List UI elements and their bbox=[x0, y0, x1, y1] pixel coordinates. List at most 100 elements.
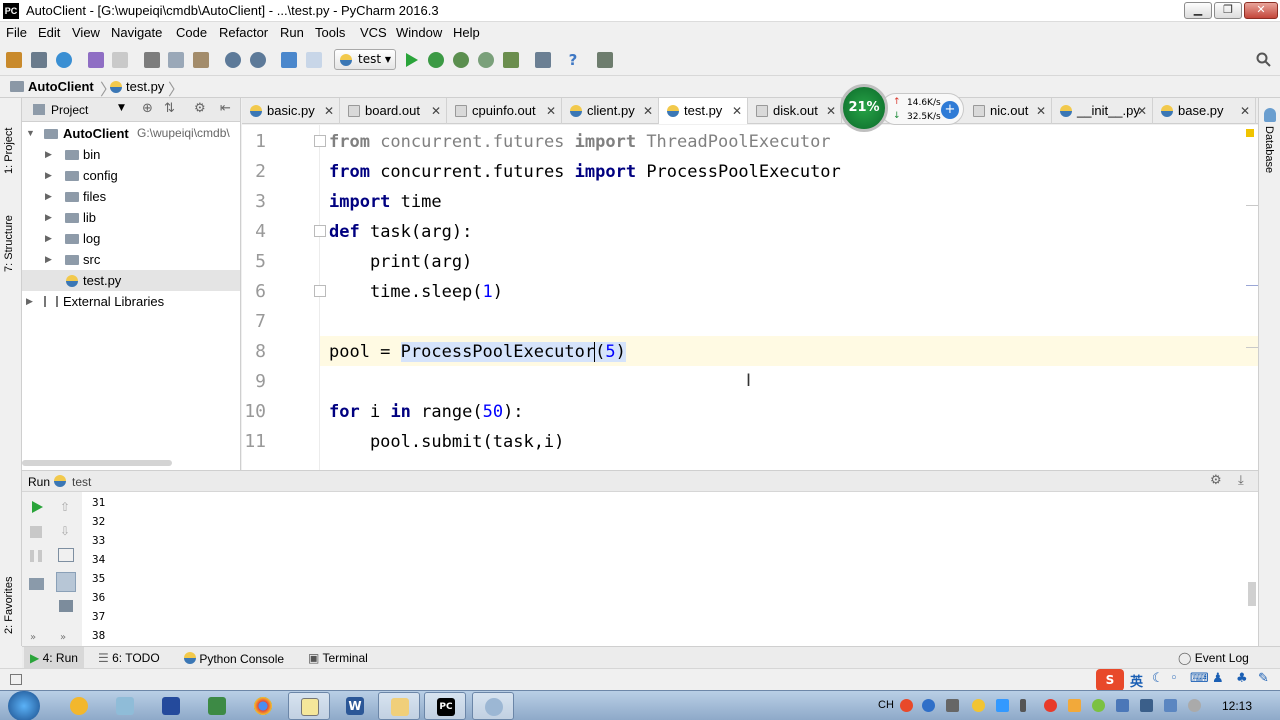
close-icon[interactable]: ✕ bbox=[1137, 98, 1147, 124]
speed-boost-icon[interactable]: + bbox=[941, 101, 959, 119]
save-all-icon[interactable] bbox=[31, 52, 47, 68]
tab-cpuinfo-out[interactable]: cpuinfo.out ✕ bbox=[447, 98, 562, 124]
tree-item[interactable]: ▶ config bbox=[22, 165, 240, 186]
tree-root[interactable]: ▼ AutoClient G:\wupeiqi\cmdb\ bbox=[22, 123, 240, 144]
taskbar-explorer[interactable] bbox=[378, 692, 420, 720]
run-config-name[interactable]: test bbox=[72, 475, 91, 489]
print-icon[interactable] bbox=[59, 600, 73, 612]
tree-item-selected[interactable]: test.py bbox=[22, 270, 240, 291]
fold-marker-icon[interactable] bbox=[314, 285, 326, 297]
redo-icon[interactable] bbox=[112, 52, 128, 68]
collapsed-arrow-icon[interactable]: ▶ bbox=[45, 165, 52, 186]
coverage-icon[interactable] bbox=[453, 52, 469, 68]
run-icon[interactable] bbox=[403, 52, 419, 68]
run-config-select[interactable]: test ▼ bbox=[334, 49, 396, 70]
sogou-tray-icon[interactable] bbox=[900, 699, 913, 712]
collapsed-arrow-icon[interactable]: ▶ bbox=[45, 186, 52, 207]
minimize-button[interactable]: ▁ bbox=[1184, 2, 1212, 19]
project-panel-title[interactable]: Project bbox=[51, 103, 88, 117]
close-icon[interactable]: ✕ bbox=[1036, 98, 1046, 124]
breadcrumb-file[interactable]: test.py bbox=[126, 79, 164, 94]
taskbar-app[interactable] bbox=[150, 692, 192, 720]
hide-panel-icon[interactable]: ⤓ bbox=[1238, 473, 1244, 488]
collapsed-arrow-icon[interactable]: ▶ bbox=[45, 207, 52, 228]
menu-run[interactable]: Run bbox=[280, 25, 304, 40]
tab-board-out[interactable]: board.out ✕ bbox=[340, 98, 447, 124]
tree-item[interactable]: ▶ files bbox=[22, 186, 240, 207]
memory-usage-circle[interactable]: 21% bbox=[840, 84, 888, 132]
stop-icon[interactable] bbox=[30, 526, 42, 538]
tab-todo[interactable]: ☰ 6: TODO bbox=[98, 651, 160, 665]
menu-vcs[interactable]: VCS bbox=[360, 25, 387, 40]
collapsed-arrow-icon[interactable]: ▶ bbox=[45, 144, 52, 165]
tab-database[interactable]: Database bbox=[1263, 126, 1275, 173]
taskbar-chrome[interactable] bbox=[242, 692, 284, 720]
shirt-icon[interactable]: ♣ bbox=[1236, 671, 1248, 686]
chevron-down-icon[interactable]: ▼ bbox=[118, 103, 125, 113]
more-icon[interactable]: » bbox=[30, 632, 36, 643]
tab-run[interactable]: ▶ 4: Run bbox=[24, 647, 84, 669]
punctuation-icon[interactable]: ◦ bbox=[1170, 671, 1178, 686]
debug-icon[interactable] bbox=[428, 52, 444, 68]
hide-panel-icon[interactable]: ⇤ bbox=[220, 101, 231, 116]
maximize-button[interactable]: ❐ bbox=[1214, 2, 1242, 19]
taskbar-pycharm[interactable]: PC bbox=[424, 692, 466, 720]
cut-icon[interactable] bbox=[144, 52, 160, 68]
tab-project[interactable]: 1: Project bbox=[3, 104, 15, 174]
open-folder-icon[interactable] bbox=[6, 52, 22, 68]
tab-event-log[interactable]: ◯ Event Log bbox=[1178, 651, 1249, 665]
pause-icon[interactable] bbox=[30, 550, 42, 562]
tab-init-py[interactable]: __init__.py ✕ bbox=[1052, 98, 1153, 124]
tab-structure[interactable]: 7: Structure bbox=[3, 192, 15, 272]
locate-icon[interactable]: ⊕ bbox=[142, 101, 153, 116]
menu-navigate[interactable]: Navigate bbox=[111, 25, 162, 40]
tree-item[interactable]: ▶ log bbox=[22, 228, 240, 249]
close-icon[interactable]: ✕ bbox=[431, 98, 441, 124]
concurrency-icon[interactable] bbox=[503, 52, 519, 68]
tools-icon[interactable]: ✎ bbox=[1258, 671, 1269, 686]
menu-file[interactable]: File bbox=[6, 25, 27, 40]
pen-icon[interactable] bbox=[946, 699, 959, 712]
forward-icon[interactable] bbox=[306, 52, 322, 68]
vertical-scrollbar[interactable] bbox=[1248, 582, 1256, 606]
pin-icon[interactable] bbox=[1020, 699, 1026, 712]
tab-base-py[interactable]: base.py ✕ bbox=[1153, 98, 1256, 124]
taskbar-app[interactable] bbox=[196, 692, 238, 720]
taskbar-app[interactable] bbox=[104, 692, 146, 720]
menu-window[interactable]: Window bbox=[396, 25, 442, 40]
undo-icon[interactable] bbox=[88, 52, 104, 68]
paste-icon[interactable] bbox=[193, 52, 209, 68]
copy-icon[interactable] bbox=[168, 52, 184, 68]
tab-disk-out[interactable]: disk.out ✕ bbox=[748, 98, 842, 124]
find-icon[interactable] bbox=[225, 52, 241, 68]
horizontal-scrollbar[interactable] bbox=[22, 460, 172, 466]
sync-icon[interactable] bbox=[56, 52, 72, 68]
profile-icon[interactable] bbox=[478, 52, 494, 68]
menu-tools[interactable]: Tools bbox=[315, 25, 345, 40]
record-icon[interactable] bbox=[1044, 699, 1057, 712]
search-everywhere-icon[interactable] bbox=[1256, 52, 1272, 68]
monitor-icon[interactable] bbox=[1140, 699, 1153, 712]
soft-wrap-icon[interactable] bbox=[58, 548, 74, 562]
volume-icon[interactable] bbox=[1188, 699, 1201, 712]
run-output-console[interactable]: 31 32 33 34 35 36 37 38 bbox=[82, 492, 1258, 646]
tab-favorites[interactable]: 2: Favorites bbox=[3, 554, 15, 634]
network-speed-widget[interactable]: ↑ 14.6K/s ↓ 32.5K/s + 21% bbox=[840, 84, 966, 132]
fold-marker-icon[interactable] bbox=[314, 225, 326, 237]
clock[interactable]: 12:13 bbox=[1222, 699, 1252, 713]
inspection-status-icon[interactable] bbox=[1246, 129, 1254, 137]
tab-basic-py[interactable]: basic.py ✕ bbox=[242, 98, 340, 124]
tab-test-py[interactable]: test.py ✕ bbox=[659, 98, 748, 124]
sogou-ime-icon[interactable]: S bbox=[1096, 669, 1124, 691]
start-button[interactable] bbox=[8, 691, 40, 720]
close-icon[interactable]: ✕ bbox=[546, 98, 556, 124]
tree-item[interactable]: ▶ src bbox=[22, 249, 240, 270]
tab-terminal[interactable]: ▣ Terminal bbox=[308, 651, 368, 665]
layout-icon[interactable] bbox=[29, 578, 44, 590]
app-tray-icon[interactable] bbox=[996, 699, 1009, 712]
tree-item[interactable]: ▶ bin bbox=[22, 144, 240, 165]
arrow-down-icon[interactable]: ⇩ bbox=[60, 524, 70, 538]
menu-help[interactable]: Help bbox=[453, 25, 480, 40]
plugin-icon[interactable] bbox=[597, 52, 613, 68]
replace-icon[interactable] bbox=[250, 52, 266, 68]
